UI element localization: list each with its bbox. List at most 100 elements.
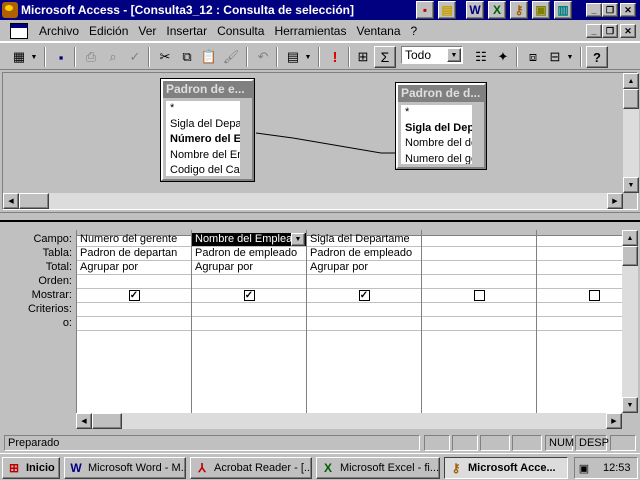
menu-herramientas[interactable]: Herramientas — [269, 24, 351, 38]
table-title[interactable]: Padron de d... — [398, 85, 484, 102]
grid-cell-tabla[interactable] — [537, 247, 622, 261]
query-type-dropdown[interactable]: ▼ — [302, 46, 314, 68]
print-preview-button[interactable]: ⌕ — [102, 46, 124, 68]
office-bar-button[interactable]: ⚷ — [508, 0, 530, 20]
menu-edicion[interactable]: Edición — [84, 24, 133, 38]
access-key-icon[interactable] — [2, 2, 18, 18]
grid-cell-criterios[interactable] — [422, 303, 536, 317]
document-icon[interactable] — [10, 22, 28, 39]
office-bar-button[interactable]: X — [486, 0, 508, 20]
menu-archivo[interactable]: Archivo — [34, 24, 84, 38]
table-field[interactable]: Codigo del Cargo — [166, 163, 240, 176]
new-object-dropdown[interactable]: ▼ — [564, 46, 576, 68]
grid-cell-orden[interactable] — [192, 275, 306, 289]
undo-button[interactable]: ↶ — [252, 46, 274, 68]
start-button[interactable]: ⊞ Inicio — [2, 457, 60, 479]
office-bar-button[interactable]: W — [464, 0, 486, 20]
view-button[interactable]: ▦ — [8, 46, 30, 68]
format-painter-button[interactable]: 🖌 — [220, 46, 242, 68]
taskbar-button[interactable]: ⚷ Microsoft Acce... — [444, 457, 568, 479]
grid-cell-campo[interactable]: Sigla del Departame — [307, 233, 421, 247]
grid-cell-tabla[interactable]: Padron de empleado — [307, 247, 421, 261]
show-table-button[interactable]: ⊞ — [352, 46, 374, 68]
print-button[interactable]: ⎙ — [80, 46, 102, 68]
office-bar-button[interactable]: ▪ — [414, 0, 436, 20]
show-checkbox[interactable]: ✓ — [243, 290, 255, 301]
table-title[interactable]: Padron de e... — [163, 81, 252, 98]
scroll-thumb[interactable] — [92, 413, 122, 429]
grid-cell-total[interactable]: Agrupar por — [307, 261, 421, 275]
scroll-down-button[interactable]: ▼ — [623, 177, 639, 193]
grid-horizontal-scrollbar[interactable]: ◀ ▶ — [76, 413, 622, 429]
table-field[interactable]: Sigla del Departar — [401, 121, 472, 137]
close-button[interactable]: ✕ — [620, 3, 636, 17]
doc-minimize-button[interactable]: _ — [586, 24, 602, 38]
table-field[interactable]: Nombre del Emple — [166, 148, 240, 164]
doc-close-button[interactable]: ✕ — [620, 24, 636, 38]
taskbar-button[interactable]: ⅄ Acrobat Reader - [... — [190, 457, 312, 479]
chevron-down-icon[interactable]: ▼ — [291, 233, 305, 246]
grid-cell-total[interactable]: Agrupar por — [77, 261, 191, 275]
show-checkbox[interactable] — [588, 290, 600, 301]
vertical-scrollbar[interactable]: ▲ ▼ — [623, 73, 639, 193]
grid-cell-orden[interactable] — [77, 275, 191, 289]
show-checkbox[interactable]: ✓ — [128, 290, 140, 301]
grid-cell-o[interactable] — [192, 317, 306, 331]
table-padron-departamentos[interactable]: Padron de d... *Sigla del DepartarNombre… — [395, 82, 487, 170]
scroll-left-button[interactable]: ◀ — [3, 193, 19, 209]
field-list-scrollbar[interactable] — [240, 101, 250, 176]
grid-cell-criterios[interactable] — [537, 303, 622, 317]
field-list-scrollbar[interactable] — [472, 105, 482, 164]
spelling-button[interactable]: ✓ — [124, 46, 146, 68]
grid-cell-tabla[interactable]: Padron de empleado — [192, 247, 306, 261]
grid-cell-orden[interactable] — [422, 275, 536, 289]
cut-button[interactable]: ✂ — [154, 46, 176, 68]
grid-cell-o[interactable] — [307, 317, 421, 331]
menu-ver[interactable]: Ver — [133, 24, 161, 38]
scroll-thumb[interactable] — [19, 193, 49, 209]
scroll-left-button[interactable]: ◀ — [76, 413, 92, 429]
grid-cell-total[interactable] — [422, 261, 536, 275]
grid-vertical-scrollbar[interactable]: ▲ ▼ — [622, 230, 638, 413]
grid-cell-total[interactable]: Agrupar por — [192, 261, 306, 275]
save-button[interactable]: ▪ — [50, 46, 72, 68]
show-checkbox[interactable]: ✓ — [358, 290, 370, 301]
grid-cell-tabla[interactable] — [422, 247, 536, 261]
table-field[interactable]: Sigla del Departar — [166, 117, 240, 133]
grid-cell-campo[interactable]: Nombre del Emplea ▼ — [192, 233, 306, 247]
properties-button[interactable]: ☷ — [470, 46, 492, 68]
schedule-icon[interactable]: ▣ — [575, 462, 593, 475]
grid-cell-total[interactable] — [537, 261, 622, 275]
copy-button[interactable]: ⧉ — [176, 46, 198, 68]
database-window-button[interactable]: ⧈ — [522, 46, 544, 68]
grid-cell-orden[interactable] — [537, 275, 622, 289]
clock[interactable]: 12:53 — [603, 462, 631, 474]
grid-cell-criterios[interactable] — [307, 303, 421, 317]
grid-cell-tabla[interactable]: Padron de departan — [77, 247, 191, 261]
table-field[interactable]: * — [166, 101, 240, 117]
table-field[interactable]: Nombre del depar — [401, 136, 472, 152]
show-checkbox[interactable] — [473, 290, 485, 301]
scroll-down-button[interactable]: ▼ — [622, 397, 638, 413]
menu-help[interactable]: ? — [406, 24, 423, 38]
table-field[interactable]: Número del Emple — [166, 132, 240, 148]
menu-ventana[interactable]: Ventana — [351, 24, 405, 38]
scroll-thumb[interactable] — [623, 89, 639, 109]
new-object-button[interactable]: ⊟ — [544, 46, 566, 68]
scroll-right-button[interactable]: ▶ — [607, 193, 623, 209]
table-padron-empleados[interactable]: Padron de e... *Sigla del DepartarNúmero… — [160, 78, 255, 182]
doc-restore-button[interactable]: ❐ — [602, 24, 618, 38]
view-dropdown[interactable]: ▼ — [28, 46, 40, 68]
grid-cell-criterios[interactable] — [77, 303, 191, 317]
grid-cell-campo[interactable]: Numero del gerente — [77, 233, 191, 247]
grid-cell-o[interactable] — [537, 317, 622, 331]
scroll-right-button[interactable]: ▶ — [606, 413, 622, 429]
help-button[interactable]: ? — [586, 46, 608, 68]
grid-cell-campo[interactable] — [537, 233, 622, 247]
taskbar-button[interactable]: X Microsoft Excel - fi... — [316, 457, 440, 479]
pane-splitter[interactable] — [0, 212, 640, 222]
totals-button[interactable]: Σ — [374, 46, 396, 68]
office-bar-button[interactable]: ▥ — [552, 0, 574, 20]
table-field[interactable]: * — [401, 105, 472, 121]
scroll-up-button[interactable]: ▲ — [623, 73, 639, 89]
